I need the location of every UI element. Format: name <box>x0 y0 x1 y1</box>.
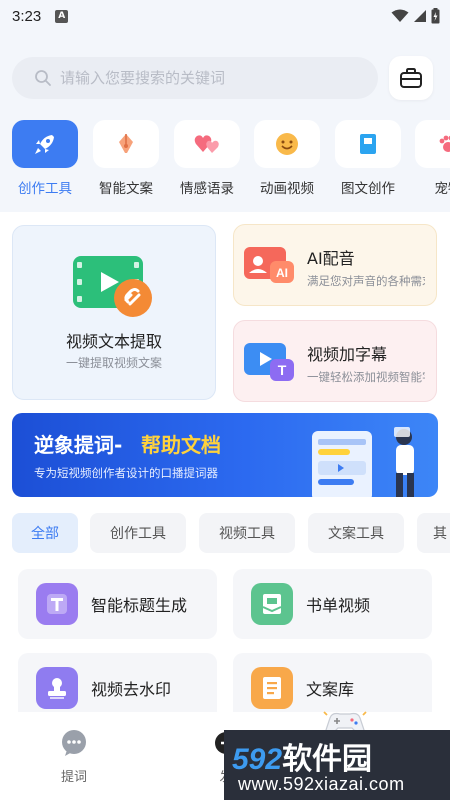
book-list-icon <box>251 583 293 625</box>
ai-badge-text: AI <box>276 266 288 280</box>
category-emotional-quotes[interactable]: 情感语录 <box>173 120 241 197</box>
tool-smart-title[interactable]: 智能标题生成 <box>18 569 217 639</box>
ai-voice-icon: AI <box>244 247 294 283</box>
category-label: 图文创作 <box>341 181 395 197</box>
cell-signal-icon <box>414 10 426 22</box>
watermark-number: 592 <box>232 743 283 776</box>
status-bar: 3:23 A <box>0 0 450 32</box>
video-link-icon <box>73 256 152 317</box>
category-label: 创作工具 <box>18 181 72 197</box>
category-tile <box>174 120 240 168</box>
watermark-brand: 592软件园 <box>232 734 372 778</box>
tab-copy-tools[interactable]: 文案工具 <box>308 513 404 553</box>
help-docs-banner[interactable]: 逆象提词- 帮助文档 专为短视频创作者设计的口播提词器 <box>12 413 438 497</box>
tab-creative-tools[interactable]: 创作工具 <box>90 513 186 553</box>
site-watermark: 592软件园 www.592xiazai.com <box>224 730 450 800</box>
banner-title-highlight: 帮助文档 <box>141 433 221 457</box>
ai-dubbing-card[interactable]: AI AI配音 满足您对声音的各种需求 <box>233 224 437 306</box>
chat-bubble-icon <box>62 730 86 756</box>
category-label: 宠物 <box>434 181 450 197</box>
rocket-icon <box>35 135 54 154</box>
tab-other[interactable]: 其 <box>417 513 450 553</box>
search-input[interactable] <box>60 69 340 87</box>
card-title: 视频加字幕 <box>307 345 388 364</box>
search-bar[interactable] <box>12 57 378 99</box>
notification-a-icon: A <box>55 9 69 23</box>
category-pets[interactable]: 宠物 <box>414 120 450 197</box>
tool-label: 文案库 <box>306 680 355 699</box>
document-icon <box>251 667 293 709</box>
banner-subtitle: 专为短视频创作者设计的口播提词器 <box>34 466 218 480</box>
status-icons <box>391 8 440 24</box>
filter-tabs: 全部 创作工具 视频工具 文案工具 其 <box>12 513 450 553</box>
watermark-brand-cn: 软件园 <box>282 743 373 776</box>
category-strip: 创作工具 智能文案 情感语录 动画视频 图文创作 宠物 <box>0 120 450 206</box>
subtitle-badge-text: T <box>278 362 287 378</box>
book-icon <box>360 134 376 154</box>
category-tile <box>335 120 401 168</box>
paw-icon <box>439 135 450 152</box>
battery-icon <box>431 8 440 24</box>
video-subtitle-icon: T <box>244 343 294 381</box>
tab-video-tools[interactable]: 视频工具 <box>199 513 295 553</box>
tool-label: 书单视频 <box>306 596 371 615</box>
status-time: 3:23 <box>12 7 42 25</box>
card-subtitle: 一键提取视频文案 <box>65 356 162 370</box>
category-graphic-creation[interactable]: 图文创作 <box>334 120 402 197</box>
nav-label: 提词 <box>60 770 87 785</box>
title-t-icon <box>36 583 78 625</box>
category-label: 智能文案 <box>99 181 153 197</box>
stamp-icon <box>36 667 78 709</box>
category-tile <box>415 120 450 168</box>
toolbox-button[interactable] <box>389 56 433 100</box>
search-icon <box>35 70 51 86</box>
category-label: 动画视频 <box>260 181 314 197</box>
category-label: 情感语录 <box>180 181 234 197</box>
category-animated-video[interactable]: 动画视频 <box>253 120 321 197</box>
category-smart-copy[interactable]: 智能文案 <box>92 120 160 197</box>
phone-illustration-icon <box>312 427 414 497</box>
category-tile <box>93 120 159 168</box>
tool-book-list-video[interactable]: 书单视频 <box>233 569 432 639</box>
card-title: 视频文本提取 <box>65 332 162 351</box>
tool-label: 视频去水印 <box>91 680 172 699</box>
pen-nib-icon <box>119 134 133 153</box>
watermark-url: www.592xiazai.com <box>238 774 405 794</box>
card-title: AI配音 <box>307 249 355 268</box>
tab-all[interactable]: 全部 <box>12 513 78 553</box>
nav-item-prompt[interactable]: 提词 <box>44 728 104 785</box>
smiley-icon <box>276 133 298 155</box>
card-subtitle: 满足您对声音的各种需求 <box>307 274 425 288</box>
banner-title: 逆象提词- <box>34 433 123 457</box>
hearts-icon <box>194 135 219 153</box>
wifi-icon <box>391 9 409 22</box>
video-text-extract-card[interactable]: 视频文本提取 一键提取视频文案 <box>12 225 216 400</box>
toolbox-icon <box>400 68 422 88</box>
category-creative-tools[interactable]: 创作工具 <box>11 120 79 197</box>
video-subtitle-card[interactable]: T 视频加字幕 一键轻松添加视频智能字幕 <box>233 320 437 402</box>
tool-label: 智能标题生成 <box>91 596 188 615</box>
card-subtitle: 一键轻松添加视频智能字幕 <box>307 370 425 384</box>
category-tile <box>254 120 320 168</box>
category-tile <box>12 120 78 168</box>
